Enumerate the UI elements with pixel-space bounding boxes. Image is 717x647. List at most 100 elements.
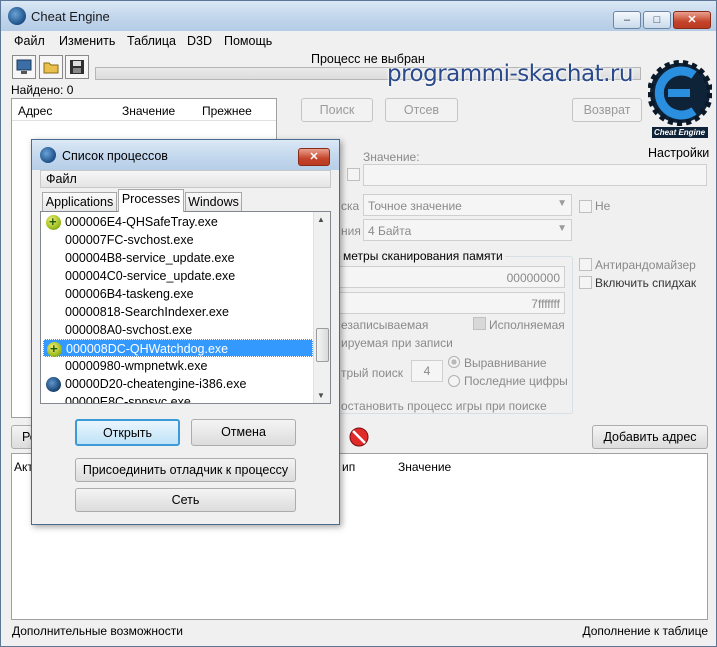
advanced-options-link[interactable]: Дополнительные возможности: [12, 624, 183, 638]
tab-windows[interactable]: Windows: [185, 192, 242, 211]
minimize-button[interactable]: ‒: [613, 11, 641, 29]
value-input[interactable]: [363, 164, 707, 186]
last-digits-radio[interactable]: [448, 375, 460, 387]
process-row[interactable]: 000004B8-service_update.exe: [43, 249, 313, 267]
process-row[interactable]: 000008A0-svchost.exe: [43, 321, 313, 339]
not-label: Не: [595, 199, 611, 213]
menu-d3d[interactable]: D3D: [187, 34, 212, 48]
process-name: 00000E8C-sppsvc.exe: [65, 395, 191, 404]
fast-scan-input[interactable]: 4: [411, 360, 443, 382]
process-row[interactable]: 000007FC-svchost.exe: [43, 231, 313, 249]
dialog-close-button[interactable]: ✕: [298, 148, 330, 166]
executable-checkbox[interactable]: [473, 317, 486, 330]
stop-button[interactable]: [348, 426, 370, 448]
process-row[interactable]: 00000D20-cheatengine-i386.exe: [43, 375, 313, 393]
select-process-button[interactable]: [12, 55, 36, 79]
undo-scan-button[interactable]: Возврат: [572, 98, 642, 122]
maximize-button[interactable]: □: [643, 11, 671, 29]
menu-file[interactable]: Файл: [14, 34, 45, 48]
scroll-thumb[interactable]: [316, 328, 329, 362]
add-address-button[interactable]: Добавить адрес: [592, 425, 708, 449]
alignment-radio[interactable]: [448, 356, 460, 368]
speedhack-checkbox[interactable]: [579, 276, 592, 289]
process-list[interactable]: 000006E4-QHSafeTray.exe 000007FC-svchost.…: [40, 211, 331, 404]
dialog-menu-bar: Файл: [40, 170, 331, 188]
process-row[interactable]: 000004C0-service_update.exe: [43, 267, 313, 285]
dialog-menu-file[interactable]: Файл: [46, 172, 77, 186]
col-value[interactable]: Значение: [398, 460, 451, 474]
attach-debugger-button[interactable]: Присоединить отладчик к процессу: [75, 458, 296, 482]
process-row[interactable]: 000008DC-QHWatchdog.exe: [43, 339, 313, 358]
tab-processes[interactable]: Processes: [118, 189, 184, 212]
minimize-icon: ‒: [623, 14, 631, 26]
network-button[interactable]: Сеть: [75, 488, 296, 512]
settings-link[interactable]: Настройки: [648, 146, 709, 160]
close-button[interactable]: ✕: [673, 11, 711, 29]
process-name: 000008A0-svchost.exe: [65, 323, 193, 337]
pause-label: остановить процесс игры при поиске: [341, 399, 547, 413]
executable-label: Исполняемая: [489, 318, 565, 332]
cheat-engine-icon: [40, 147, 56, 163]
menu-help[interactable]: Помощь: [224, 34, 272, 48]
qh-icon: [46, 213, 61, 231]
first-scan-button[interactable]: Поиск: [301, 98, 373, 122]
process-row[interactable]: 000006E4-QHSafeTray.exe: [43, 213, 313, 231]
col-address[interactable]: Адрес: [18, 104, 52, 118]
writable-label: езаписываемая: [341, 318, 429, 332]
open-file-button[interactable]: [39, 55, 63, 79]
hex-checkbox[interactable]: [347, 168, 360, 181]
fast-scan-value: 4: [423, 364, 431, 378]
value-type-select[interactable]: 4 Байта ▼: [363, 219, 572, 241]
process-list-scrollbar[interactable]: ▲ ▼: [313, 212, 330, 403]
process-row[interactable]: 00000818-SearchIndexer.exe: [43, 303, 313, 321]
stop-icon: [349, 427, 369, 447]
process-row[interactable]: 00000E8C-sppsvc.exe: [43, 393, 313, 404]
last-digits-label: Последние цифры: [464, 374, 568, 388]
start-address-input[interactable]: 00000000: [337, 266, 565, 288]
process-name: 000004C0-service_update.exe: [65, 269, 236, 283]
scan-type-select[interactable]: Точное значение ▼: [363, 194, 572, 216]
process-name: 00000980-wmpnetwk.exe: [65, 359, 208, 373]
memory-options-title: метры сканирования памяти: [341, 249, 505, 263]
cancel-button[interactable]: Отмена: [191, 419, 296, 446]
stop-address-value: 7fffffff: [531, 297, 560, 311]
menu-table[interactable]: Таблица: [127, 34, 176, 48]
window-title: Cheat Engine: [31, 9, 110, 24]
close-icon: ✕: [687, 14, 697, 26]
maximize-icon: □: [653, 14, 661, 26]
col-value[interactable]: Значение: [122, 104, 175, 118]
cheat-engine-logo[interactable]: Cheat Engine: [647, 53, 713, 139]
chevron-down-icon: ▼: [557, 223, 567, 234]
not-checkbox[interactable]: [579, 200, 592, 213]
ce-logo-icon: [647, 60, 713, 138]
col-previous[interactable]: Прежнее: [202, 104, 252, 118]
antirandomizer-checkbox[interactable]: [579, 258, 592, 271]
stop-address-input[interactable]: 7fffffff: [337, 292, 565, 314]
process-name: 00000818-SearchIndexer.exe: [65, 305, 230, 319]
process-name: 000006B4-taskeng.exe: [65, 287, 194, 301]
watermark: programmi-skachat.ru: [387, 61, 633, 87]
address-list-header: Адрес Значение Прежнее: [12, 99, 276, 121]
process-name: 000006E4-QHSafeTray.exe: [65, 215, 218, 229]
value-type-value: 4 Байта: [368, 224, 412, 238]
menu-edit[interactable]: Изменить: [59, 34, 115, 48]
qh-icon: [47, 340, 62, 358]
process-name: 000008DC-QHWatchdog.exe: [66, 342, 229, 356]
menu-bar: Файл Изменить Таблица D3D Помощь: [1, 31, 716, 51]
col-type[interactable]: ип: [342, 460, 355, 474]
antirandomizer-label: Антирандомайзер: [595, 258, 696, 272]
folder-icon: [43, 62, 59, 74]
title-bar: Cheat Engine ‒ □ ✕: [1, 1, 716, 31]
tab-applications[interactable]: Applications: [42, 192, 117, 211]
scroll-up-icon[interactable]: ▲: [317, 215, 325, 224]
table-extras-link[interactable]: Дополнение к таблице: [582, 624, 708, 638]
process-row[interactable]: 000006B4-taskeng.exe: [43, 285, 313, 303]
copy-on-write-label: ируемая при записи: [341, 336, 453, 350]
next-scan-button[interactable]: Отсев: [385, 98, 458, 122]
ce-icon: [46, 377, 61, 392]
scroll-down-icon[interactable]: ▼: [317, 391, 325, 400]
computer-icon: [16, 59, 32, 74]
save-button[interactable]: [65, 55, 89, 79]
process-row[interactable]: 00000980-wmpnetwk.exe: [43, 357, 313, 375]
open-button[interactable]: Открыть: [75, 419, 180, 446]
